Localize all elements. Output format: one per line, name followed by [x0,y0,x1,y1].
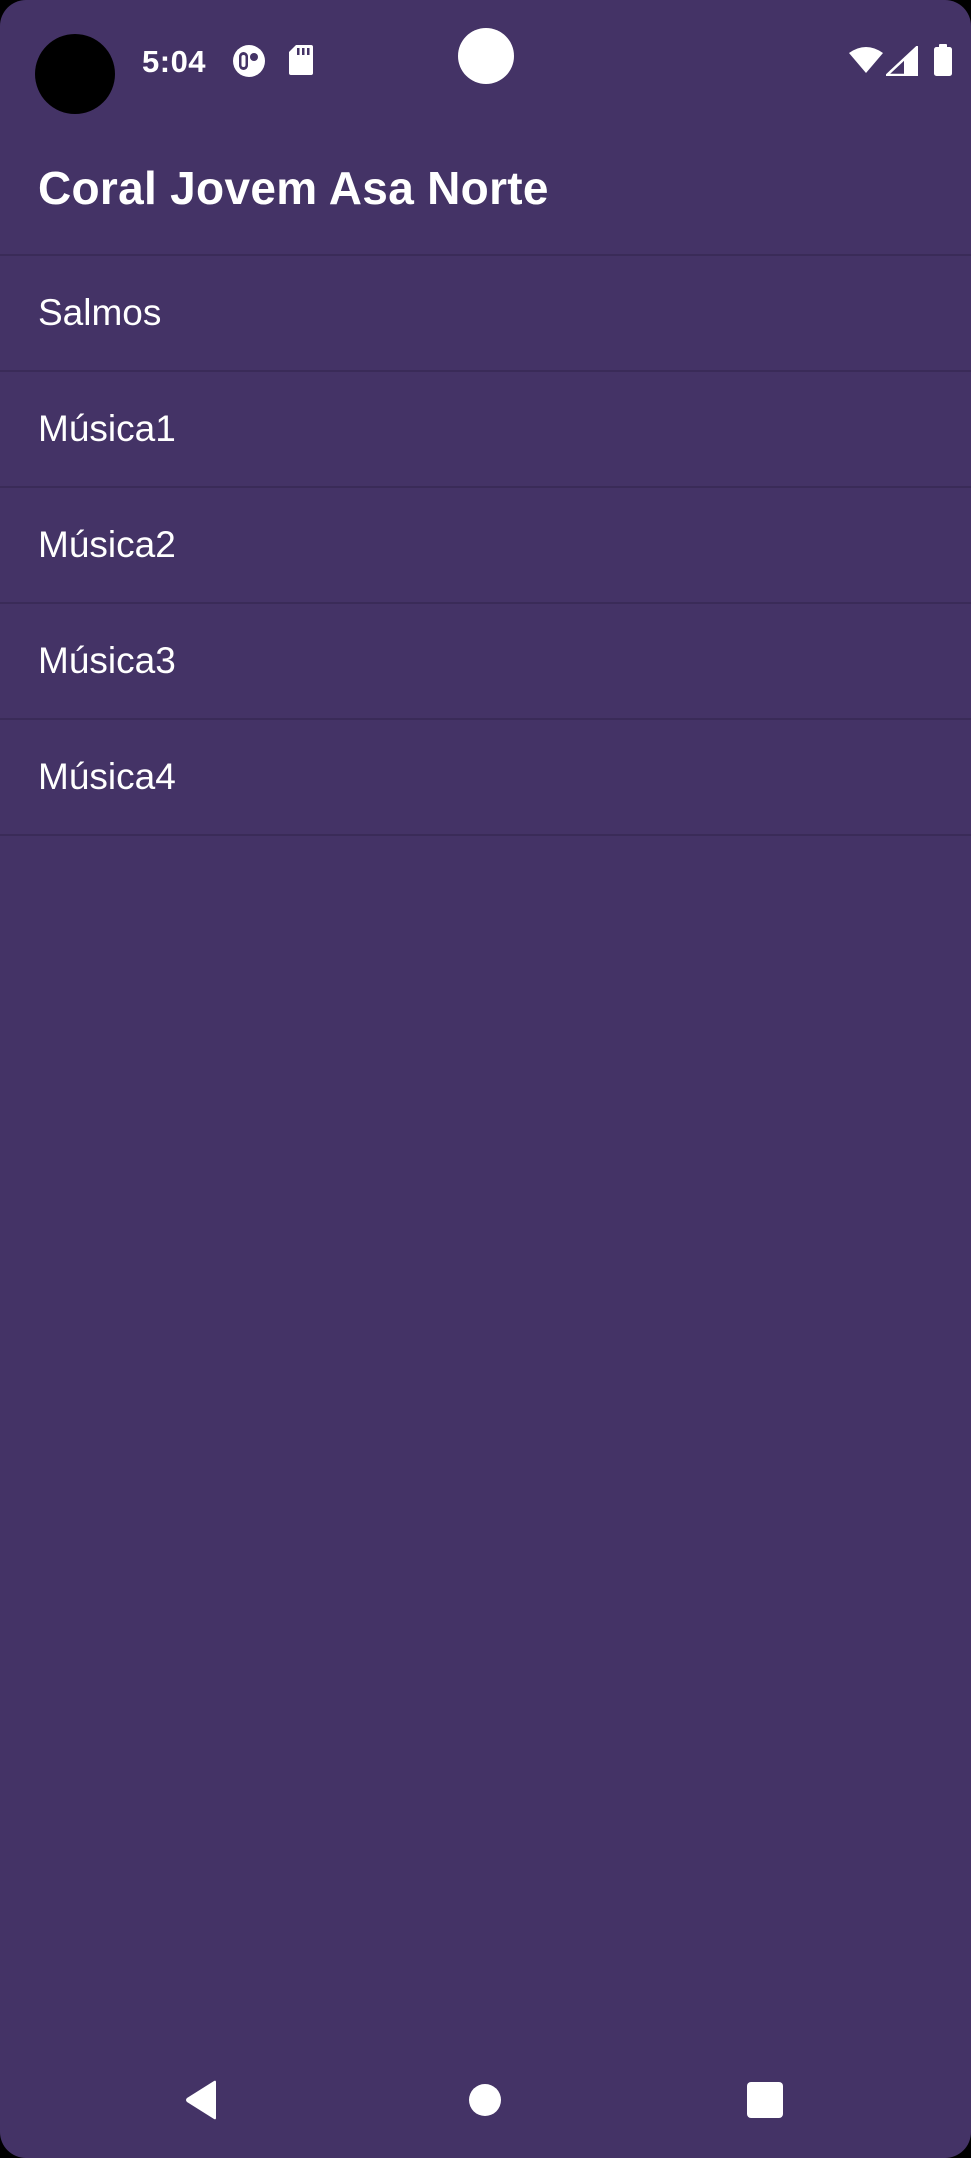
home-icon[interactable] [468,2083,502,2122]
list-item-label: Salmos [38,292,162,333]
list-item-label: Música2 [38,524,176,565]
notification-dot [458,28,514,84]
list-item-salmos[interactable]: Salmos [0,256,971,372]
sd-card-icon [288,44,314,81]
signal-icon [885,45,919,81]
back-icon[interactable] [184,2080,220,2125]
list-item-musica1[interactable]: Música1 [0,372,971,488]
camera-cutout [35,34,115,114]
list-item-musica3[interactable]: Música3 [0,604,971,720]
app-bar: Coral Jovem Asa Norte [0,120,971,256]
navigation-bar [0,2040,971,2158]
song-list: Salmos Música1 Música2 Música3 Música4 [0,256,971,836]
list-item-label: Música1 [38,408,176,449]
recents-icon[interactable] [746,2081,784,2124]
list-item-musica4[interactable]: Música4 [0,720,971,836]
wifi-icon [848,46,884,79]
battery-icon [934,44,952,81]
record-icon [232,44,266,83]
list-item-musica2[interactable]: Música2 [0,488,971,604]
status-time: 5:04 [142,44,207,79]
app-title: Coral Jovem Asa Norte [38,162,549,214]
list-item-label: Música3 [38,640,176,681]
status-bar: 5:04 [0,0,971,120]
app-screen: 5:04 Coral Jovem Asa Norte Salmos Música… [0,0,971,2158]
list-item-label: Música4 [38,756,176,797]
